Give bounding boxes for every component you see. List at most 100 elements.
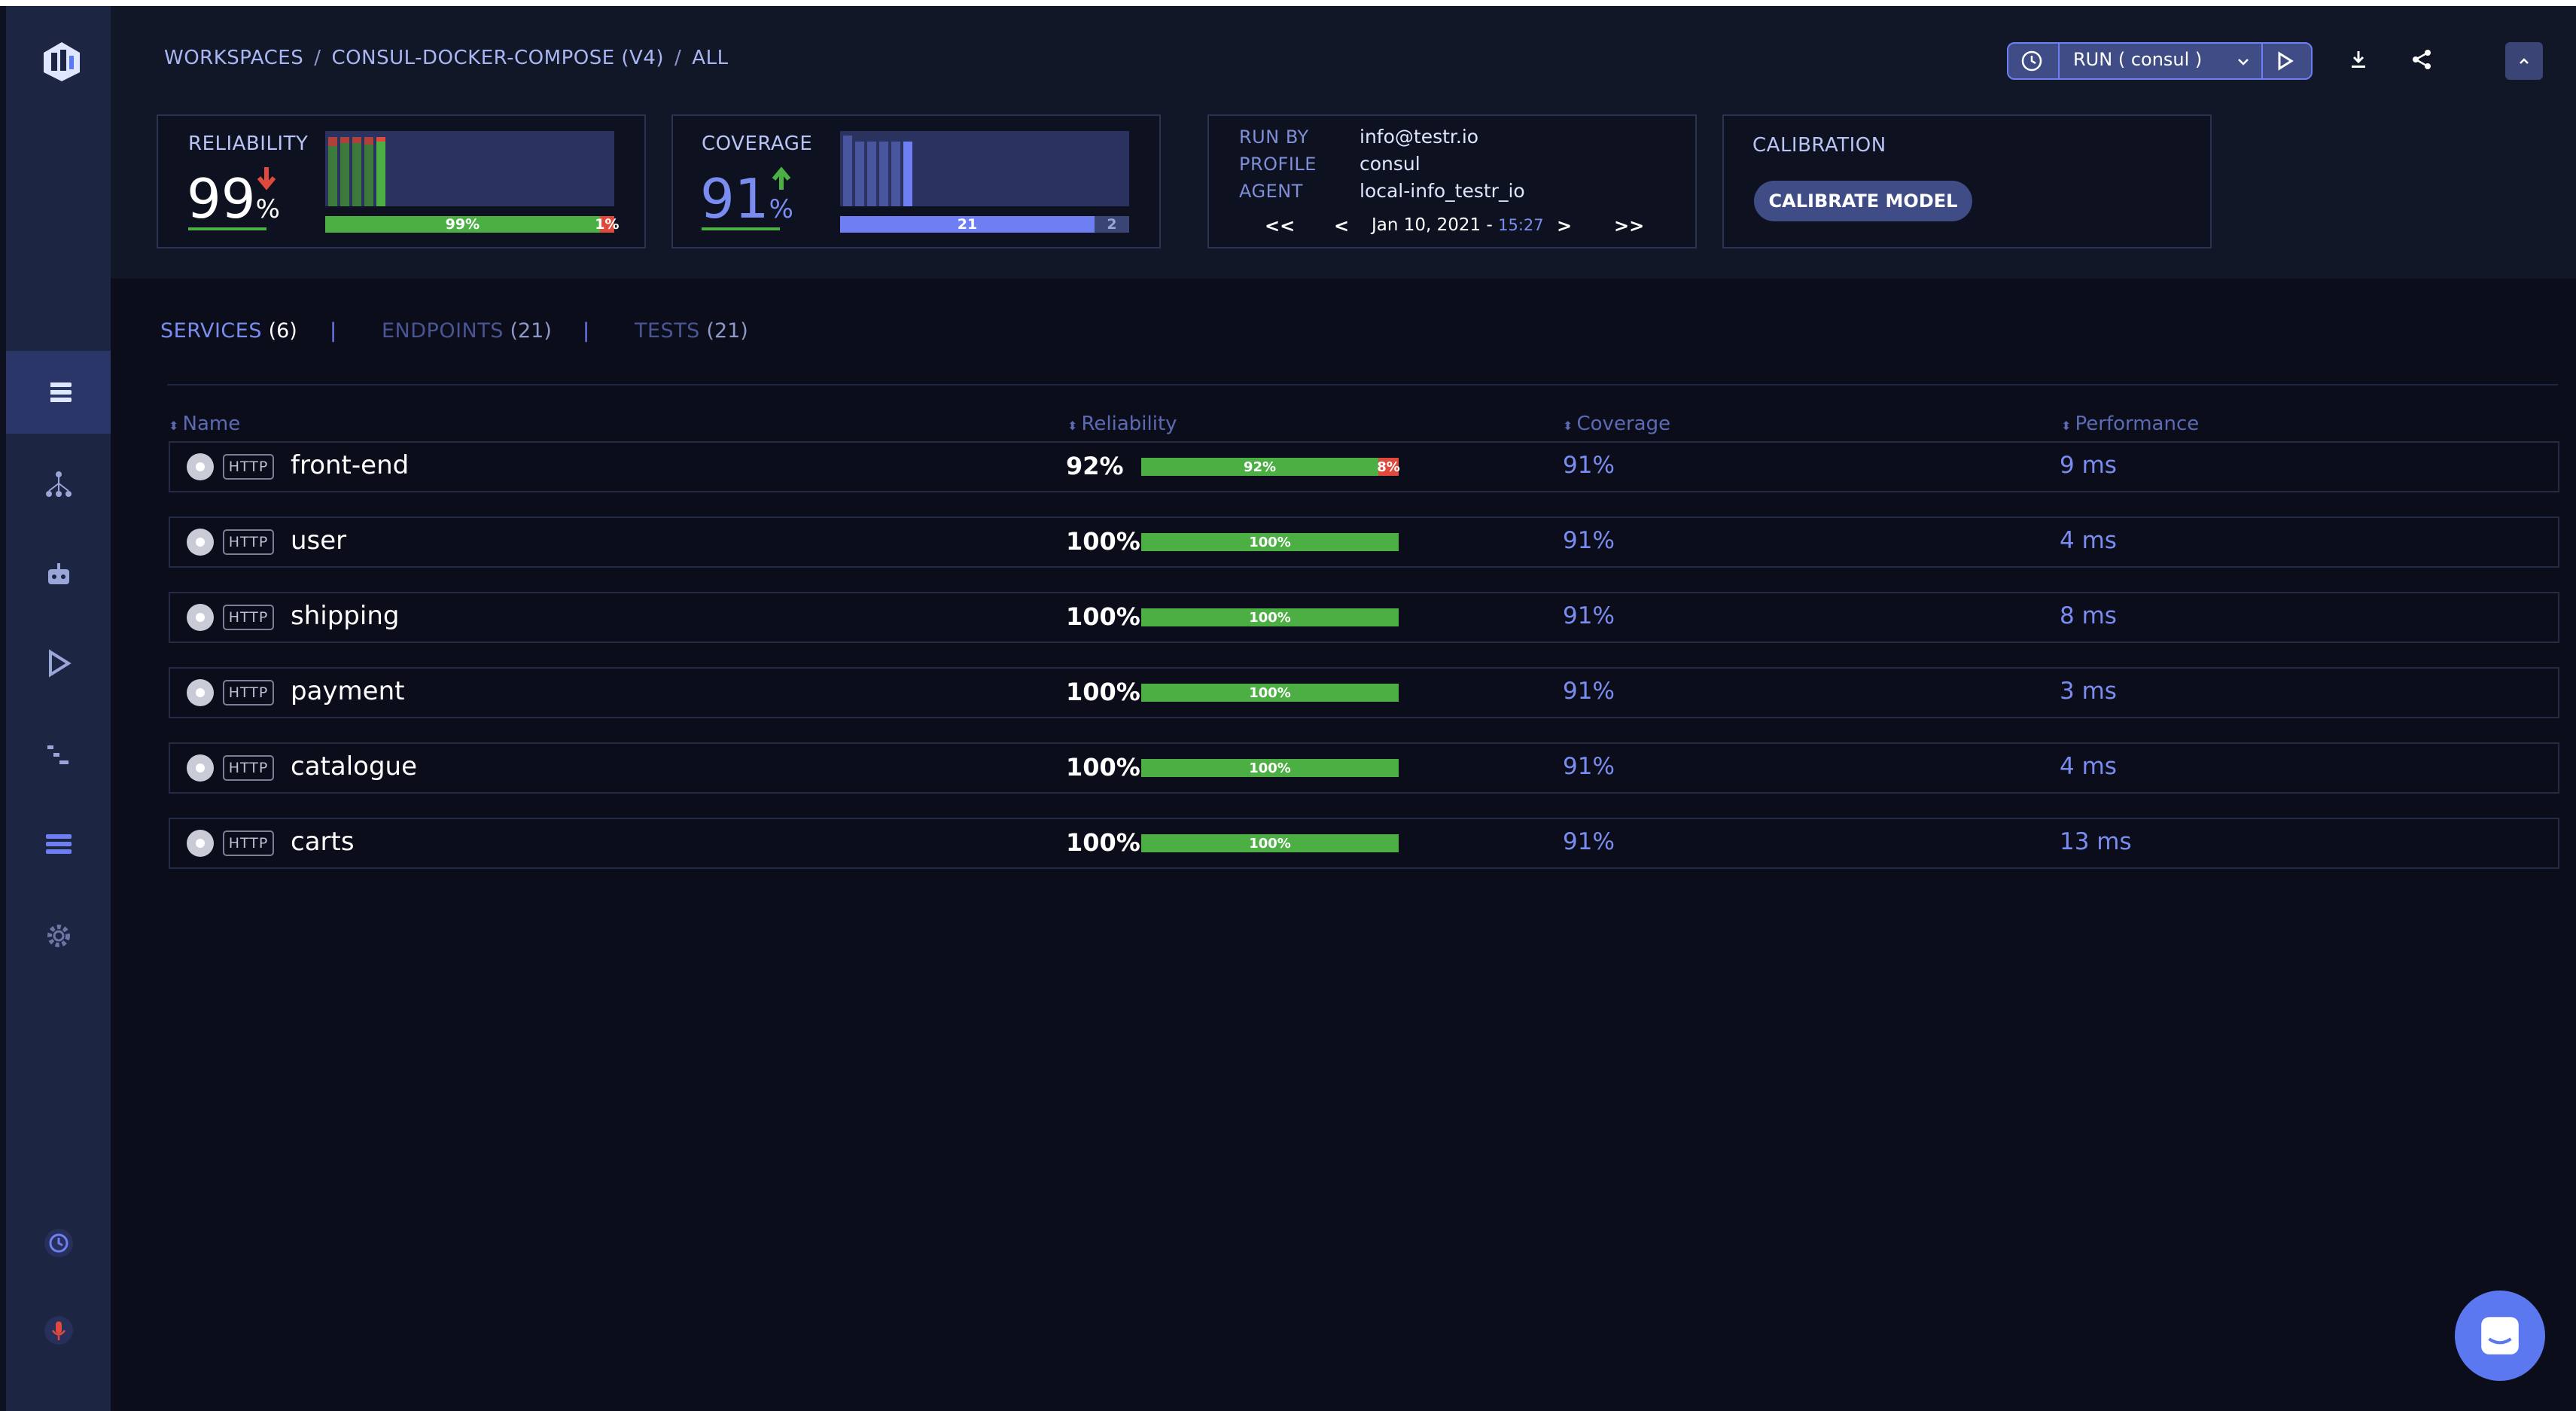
protocol-badge: HTTP (223, 454, 274, 480)
service-performance: 4 ms (2060, 753, 2117, 780)
mic-icon (44, 1316, 73, 1345)
sidebar-item-services[interactable] (6, 351, 111, 434)
tab-endpoints-label: ENDPOINTS (382, 319, 504, 343)
tab-endpoints[interactable]: ENDPOINTS (21) (382, 319, 552, 343)
column-reliability-label: Reliability (1081, 413, 1177, 435)
run-nav-prev[interactable]: < (1334, 215, 1349, 236)
reliability-bar: 99% 1% (325, 216, 620, 233)
column-header-coverage[interactable]: ⬍ Coverage (1563, 413, 1670, 435)
table-top-rule (167, 384, 2558, 386)
run-nav-last[interactable]: >> (1614, 215, 1644, 236)
coverage-unit: % (769, 194, 793, 224)
sort-icon: ⬍ (1067, 419, 1082, 433)
arrow-up-icon (769, 164, 793, 191)
coverage-number: 91 (700, 167, 769, 230)
service-name[interactable]: shipping (291, 601, 399, 631)
run-by-value: info@testr.io (1360, 126, 1479, 148)
protocol-badge: HTTP (223, 755, 274, 781)
top-strip (0, 0, 2576, 6)
gear-icon (47, 925, 70, 947)
coverage-bar-uncovered: 2 (1094, 216, 1129, 233)
chevron-down-icon[interactable] (2234, 53, 2252, 71)
download-button[interactable] (2346, 47, 2371, 72)
sort-icon: ⬍ (169, 419, 183, 433)
tab-tests-label: TESTS (635, 319, 700, 343)
column-header-performance[interactable]: ⬍ Performance (2061, 413, 2199, 435)
tab-tests[interactable]: TESTS (21) (635, 319, 748, 343)
breadcrumb-current: ALL (692, 47, 729, 69)
service-reliability: 92% (1066, 452, 1124, 480)
calibrate-model-button[interactable]: CALIBRATE MODEL (1754, 181, 1972, 221)
breadcrumb-separator: / (314, 47, 321, 69)
sidebar-item-topology[interactable] (6, 443, 111, 526)
chat-button[interactable] (2455, 1291, 2545, 1381)
sidebar-item-list[interactable] (6, 803, 111, 885)
service-name[interactable]: user (291, 526, 346, 556)
breadcrumb-workspaces[interactable]: WORKSPACES (164, 47, 303, 69)
reliability-underline (188, 227, 266, 230)
reliability-unit: % (255, 194, 280, 224)
column-header-name[interactable]: ⬍ Name (169, 413, 240, 435)
sidebar (6, 6, 111, 1411)
service-name[interactable]: carts (291, 827, 355, 857)
coverage-uncovered-label: 2 (1107, 216, 1117, 233)
reliability-bar-pass: 100% (1141, 533, 1399, 551)
run-by-key: RUN BY (1239, 126, 1309, 148)
run-icon (48, 649, 72, 678)
tab-endpoints-count: (21) (510, 319, 552, 343)
sidebar-item-steps[interactable] (6, 714, 111, 797)
run-time-text: 15:27 (1498, 216, 1544, 234)
tab-services-label: SERVICES (160, 319, 262, 343)
service-reliability: 100% (1066, 602, 1140, 631)
tab-services[interactable]: SERVICES (6) (160, 319, 297, 343)
service-name[interactable]: front-end (291, 450, 409, 480)
profile-value: consul (1360, 153, 1420, 175)
run-nav-next[interactable]: > (1557, 215, 1572, 236)
run-selector-divider (2058, 44, 2060, 78)
service-name[interactable]: catalogue (291, 751, 417, 782)
reliability-bar: 100% (1141, 759, 1399, 777)
list-icon (45, 834, 72, 854)
reliability-pass-label: 99% (445, 216, 480, 233)
breadcrumb-separator: / (674, 47, 682, 69)
reliability-bar: 100% (1141, 533, 1399, 551)
sidebar-item-runs[interactable] (6, 622, 111, 705)
agent-key: AGENT (1239, 181, 1303, 202)
breadcrumb: WORKSPACES / CONSUL-DOCKER-COMPOSE (V4) … (164, 47, 729, 69)
coverage-bar: 21 2 (840, 216, 1129, 233)
run-nav-first[interactable]: << (1265, 215, 1295, 236)
reliability-history-bars (325, 131, 614, 206)
logo-icon[interactable] (41, 41, 83, 83)
sidebar-item-agents[interactable] (6, 533, 111, 616)
agent-value: local-info_testr_io (1360, 180, 1525, 202)
reliability-bar-pass: 100% (1141, 684, 1399, 702)
breadcrumb-workspace[interactable]: CONSUL-DOCKER-COMPOSE (V4) (332, 47, 665, 69)
run-selector-label: RUN ( consul ) (2073, 49, 2203, 70)
service-performance: 4 ms (2060, 527, 2117, 554)
service-coverage: 91% (1563, 602, 1615, 629)
reliability-bar-pass: 100% (1141, 759, 1399, 777)
robot-icon (47, 563, 69, 584)
sidebar-item-voice[interactable] (6, 1289, 111, 1372)
share-button[interactable] (2409, 47, 2434, 72)
service-performance: 9 ms (2060, 452, 2117, 479)
history-icon (44, 1229, 73, 1257)
sidebar-item-settings[interactable] (6, 894, 111, 977)
sidebar-item-history[interactable] (6, 1202, 111, 1285)
reliability-bar-pass: 100% (1141, 608, 1399, 626)
download-icon (2352, 51, 2365, 68)
service-performance: 8 ms (2060, 602, 2117, 629)
service-performance: 13 ms (2060, 828, 2132, 855)
calibration-label: CALIBRATION (1752, 134, 1886, 157)
column-header-reliability[interactable]: ⬍ Reliability (1067, 413, 1177, 435)
topology-icon (45, 471, 72, 497)
column-performance-label: Performance (2075, 413, 2200, 435)
steps-icon (47, 745, 69, 764)
play-button[interactable] (2273, 50, 2296, 72)
run-date-text: Jan 10, 2021 - (1372, 215, 1499, 235)
protocol-badge: HTTP (223, 605, 274, 630)
status-icon (187, 754, 214, 782)
collapse-button[interactable] (2505, 42, 2543, 80)
service-name[interactable]: payment (291, 676, 404, 706)
tab-tests-count: (21) (706, 319, 748, 343)
